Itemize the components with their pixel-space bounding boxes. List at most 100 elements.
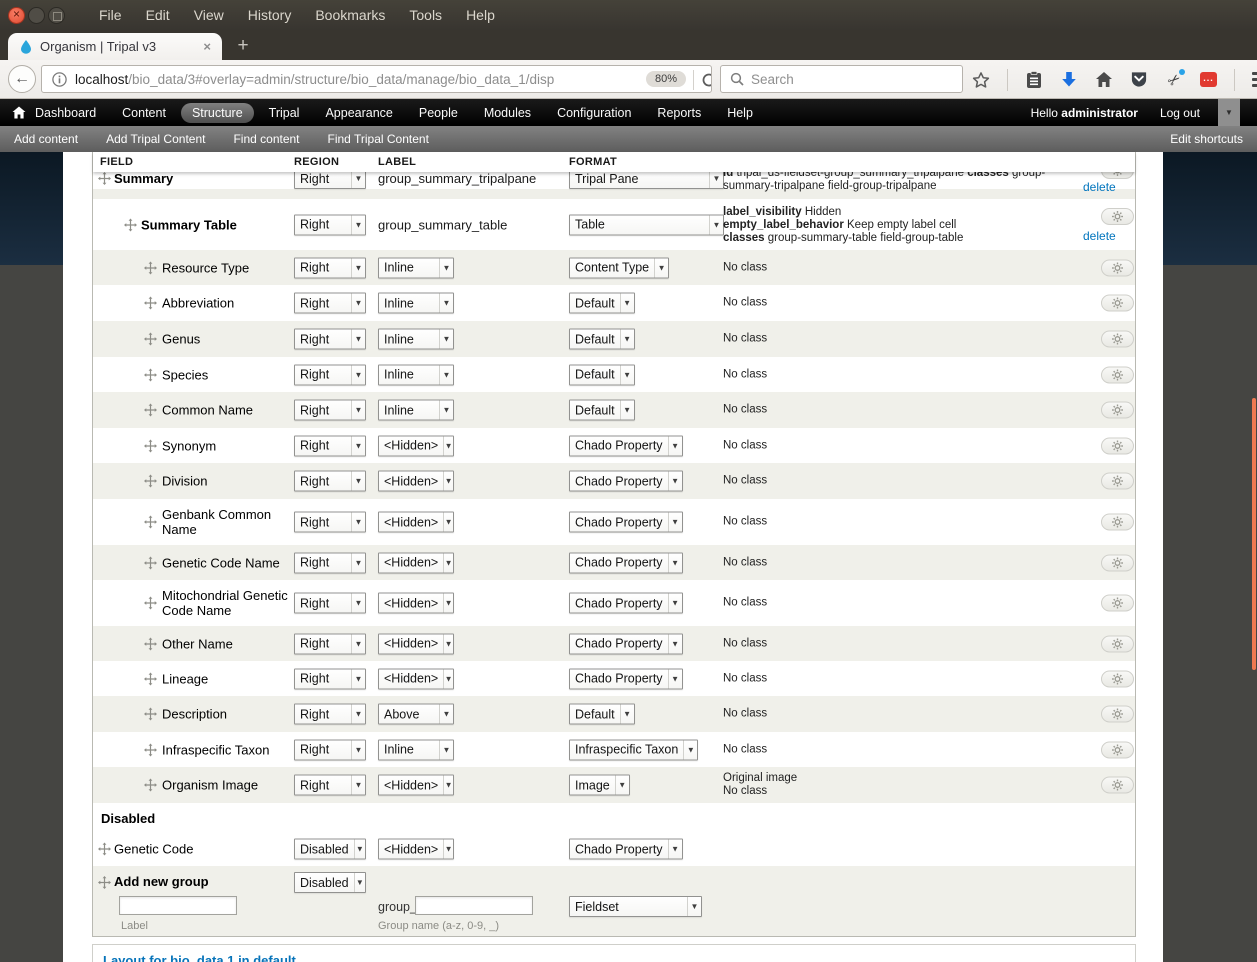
region-select[interactable]: Right▼ — [294, 329, 366, 350]
region-select[interactable]: Right▼ — [294, 704, 366, 725]
edit-settings-button[interactable] — [1101, 366, 1134, 383]
label-select[interactable]: <Hidden>▼ — [378, 552, 454, 573]
menu-hamburger-icon[interactable] — [1252, 72, 1257, 87]
label-select[interactable]: Inline▼ — [378, 400, 454, 421]
label-select[interactable]: Inline▼ — [378, 257, 454, 278]
format-select[interactable]: Fieldset▼ — [569, 896, 702, 917]
pocket-icon[interactable] — [1130, 71, 1148, 89]
region-select[interactable]: Right▼ — [294, 400, 366, 421]
drag-handle[interactable] — [144, 404, 157, 417]
page-info-icon[interactable] — [52, 72, 67, 87]
edit-settings-button[interactable] — [1101, 595, 1134, 612]
admin-menu-tripal[interactable]: Tripal — [269, 106, 300, 120]
region-select[interactable]: Right▼ — [294, 293, 366, 314]
toolbar-toggle-button[interactable]: ▼ — [1218, 99, 1240, 126]
drag-handle[interactable] — [144, 261, 157, 274]
window-minimize-button[interactable] — [28, 7, 45, 24]
drag-handle[interactable] — [144, 708, 157, 721]
delete-link[interactable]: delete — [1083, 229, 1116, 243]
label-select[interactable]: <Hidden>▼ — [378, 668, 454, 689]
scrollbar-thumb[interactable] — [1252, 398, 1256, 670]
drag-handle[interactable] — [144, 556, 157, 569]
label-select[interactable]: <Hidden>▼ — [378, 512, 454, 533]
format-select[interactable]: Table▼ — [569, 214, 724, 235]
admin-home-icon[interactable] — [12, 106, 26, 119]
screenshot-extension-icon[interactable]: ✂ — [1165, 71, 1183, 89]
new-tab-button[interactable]: + — [230, 37, 256, 57]
menu-bookmarks[interactable]: Bookmarks — [315, 7, 385, 23]
admin-menu-configuration[interactable]: Configuration — [557, 106, 631, 120]
region-select[interactable]: Right▼ — [294, 633, 366, 654]
edit-settings-button[interactable] — [1101, 295, 1134, 312]
admin-menu-people[interactable]: People — [419, 106, 458, 120]
admin-menu-structure[interactable]: Structure — [181, 103, 254, 123]
format-select[interactable]: Tripal Pane▼ — [569, 172, 724, 189]
shortcut-find-tripal-content[interactable]: Find Tripal Content — [328, 132, 429, 146]
new-group-label-input[interactable] — [119, 896, 237, 915]
edit-settings-button[interactable] — [1101, 208, 1134, 225]
label-select[interactable]: <Hidden>▼ — [378, 593, 454, 614]
edit-settings-button[interactable] — [1101, 514, 1134, 531]
admin-menu-reports[interactable]: Reports — [657, 106, 701, 120]
format-select[interactable]: Default▼ — [569, 364, 635, 385]
admin-menu-appearance[interactable]: Appearance — [325, 106, 392, 120]
label-select[interactable]: <Hidden>▼ — [378, 839, 454, 860]
menu-edit[interactable]: Edit — [146, 7, 170, 23]
admin-menu-help[interactable]: Help — [727, 106, 753, 120]
menu-history[interactable]: History — [248, 7, 292, 23]
format-select[interactable]: Chado Property▼ — [569, 512, 683, 533]
region-select[interactable]: Disabled▼ — [294, 872, 366, 893]
format-select[interactable]: Chado Property▼ — [569, 593, 683, 614]
admin-menu-content[interactable]: Content — [122, 106, 166, 120]
downloads-icon[interactable] — [1060, 71, 1078, 89]
region-select[interactable]: Right▼ — [294, 471, 366, 492]
extension-icon-red[interactable]: ... — [1200, 72, 1217, 87]
label-select[interactable]: Inline▼ — [378, 293, 454, 314]
format-select[interactable]: Image▼ — [569, 775, 630, 796]
drag-handle[interactable] — [144, 439, 157, 452]
edit-settings-button[interactable] — [1101, 473, 1134, 490]
region-select[interactable]: Right▼ — [294, 552, 366, 573]
region-select[interactable]: Right▼ — [294, 593, 366, 614]
drag-handle[interactable] — [98, 876, 111, 889]
drag-handle[interactable] — [98, 843, 111, 856]
drag-handle[interactable] — [144, 779, 157, 792]
back-button[interactable]: ← — [8, 65, 36, 93]
edit-settings-button[interactable] — [1101, 402, 1134, 419]
label-select[interactable]: <Hidden>▼ — [378, 471, 454, 492]
window-maximize-button[interactable] — [48, 7, 65, 24]
url-bar[interactable]: localhost/bio_data/3#overlay=admin/struc… — [41, 65, 712, 93]
bookmarks-menu-icon[interactable] — [1025, 71, 1043, 89]
shortcut-add-tripal-content[interactable]: Add Tripal Content — [106, 132, 205, 146]
drag-handle[interactable] — [144, 475, 157, 488]
edit-settings-button[interactable] — [1101, 741, 1134, 758]
format-select[interactable]: Chado Property▼ — [569, 471, 683, 492]
format-select[interactable]: Chado Property▼ — [569, 552, 683, 573]
edit-settings-button[interactable] — [1101, 670, 1134, 687]
region-select[interactable]: Right▼ — [294, 172, 366, 189]
drag-handle[interactable] — [144, 516, 157, 529]
format-select[interactable]: Default▼ — [569, 329, 635, 350]
label-select[interactable]: <Hidden>▼ — [378, 633, 454, 654]
url-text[interactable]: localhost/bio_data/3#overlay=admin/struc… — [75, 72, 623, 87]
layout-fieldset-title[interactable]: Layout for bio_data 1 in default — [103, 953, 296, 962]
drag-handle[interactable] — [144, 637, 157, 650]
shortcut-add-content[interactable]: Add content — [14, 132, 78, 146]
format-select[interactable]: Content Type▼ — [569, 257, 669, 278]
drag-handle[interactable] — [98, 172, 111, 185]
search-bar[interactable]: Search — [720, 65, 963, 93]
label-select[interactable]: Inline▼ — [378, 739, 454, 760]
edit-settings-button[interactable] — [1101, 259, 1134, 276]
region-select[interactable]: Right▼ — [294, 214, 366, 235]
label-select[interactable]: <Hidden>▼ — [378, 435, 454, 456]
edit-settings-button[interactable] — [1101, 777, 1134, 794]
region-select[interactable]: Right▼ — [294, 364, 366, 385]
menu-view[interactable]: View — [194, 7, 224, 23]
tab-close-icon[interactable]: × — [200, 39, 214, 54]
drag-handle[interactable] — [144, 672, 157, 685]
edit-settings-button[interactable] — [1101, 437, 1134, 454]
edit-settings-button[interactable] — [1101, 706, 1134, 723]
region-select[interactable]: Right▼ — [294, 512, 366, 533]
window-close-button[interactable] — [8, 7, 25, 24]
label-select[interactable]: <Hidden>▼ — [378, 775, 454, 796]
